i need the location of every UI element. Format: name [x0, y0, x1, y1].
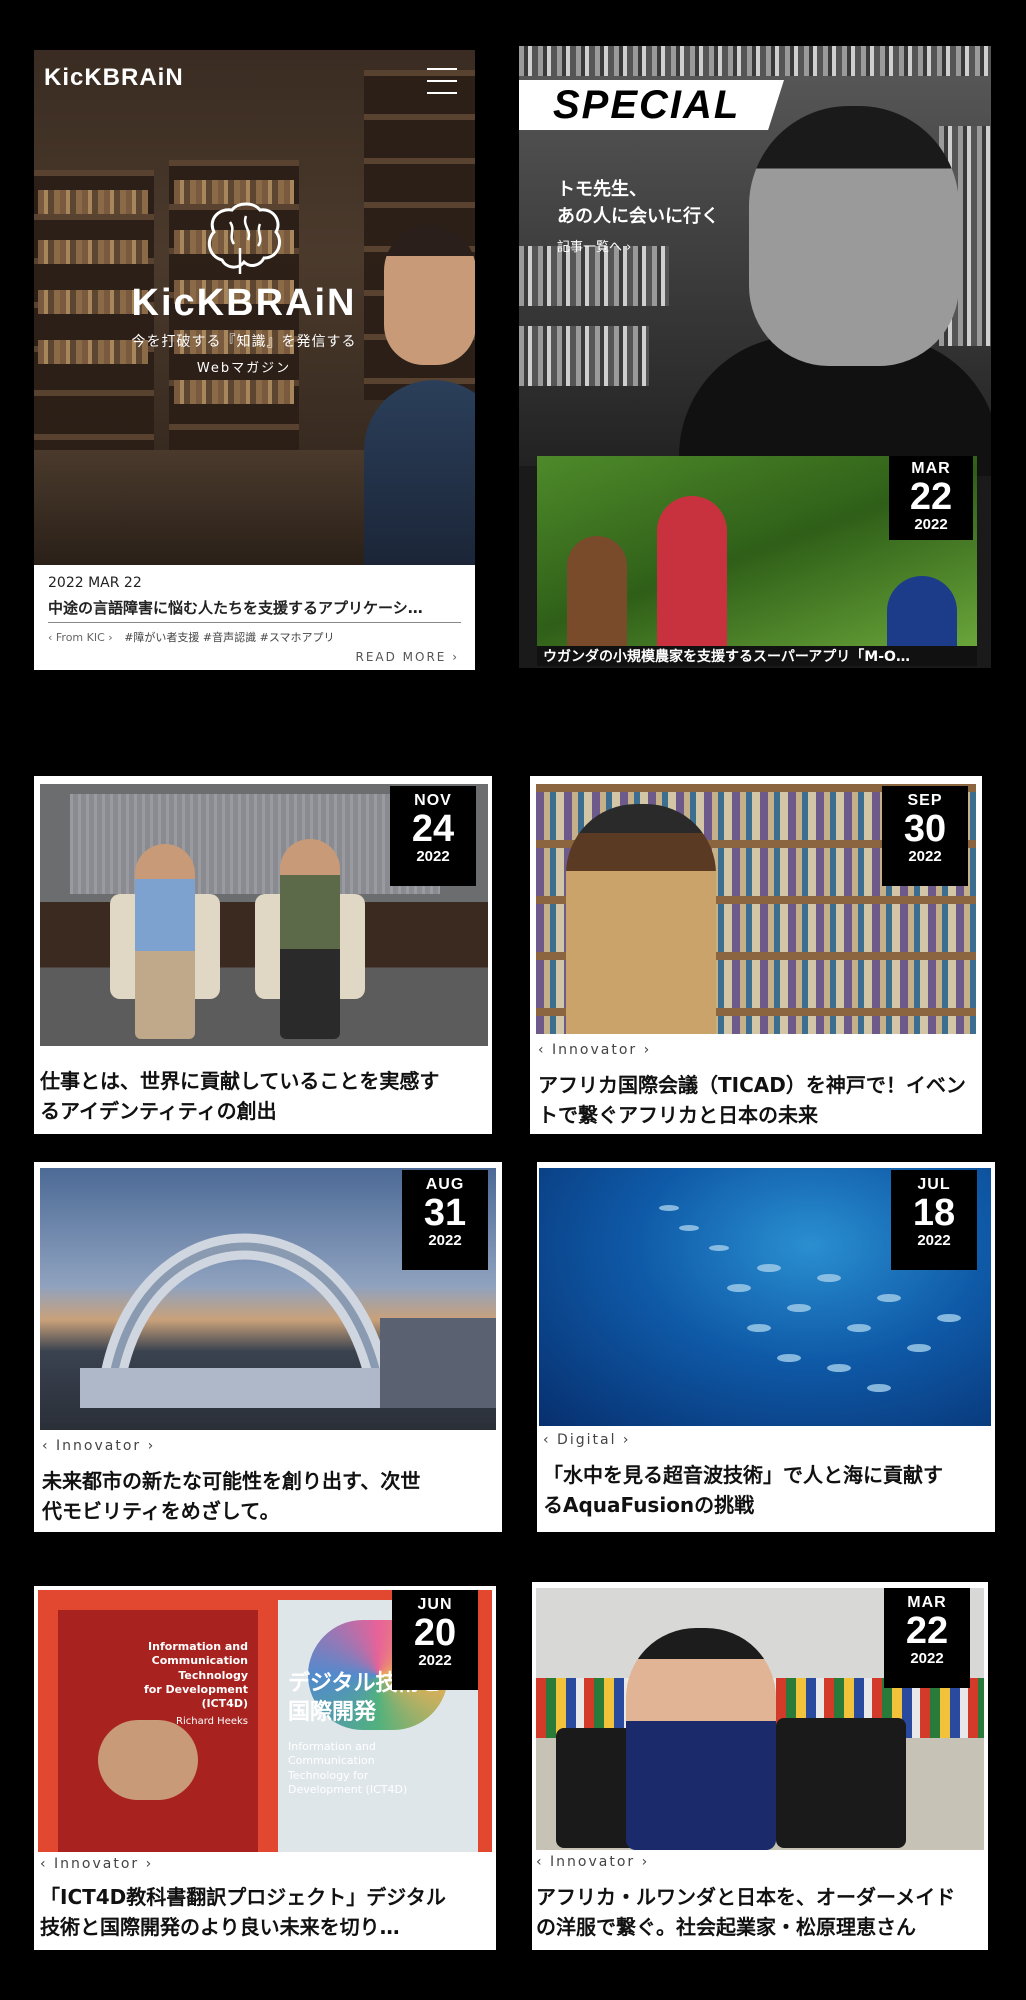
books — [519, 46, 991, 76]
hero-info: 2022 MAR 22 中途の言語障害に悩む人たちを支援するアプリケーシ… ‹ … — [34, 565, 475, 670]
person-figure — [567, 536, 627, 646]
article-card[interactable]: JUL 18 2022 ‹ Digital › 「水中を見る超音波技術」で人と海… — [537, 1162, 995, 1532]
badge-day: 30 — [903, 808, 947, 850]
badge-day: 24 — [411, 808, 455, 850]
badge-year: 2022 — [917, 1232, 951, 1249]
book-left-line-3: for Development (ICT4D) — [143, 1682, 248, 1711]
person-figure — [566, 804, 716, 1034]
book-left-line-2: Communication Technology — [151, 1654, 248, 1682]
book-right-en-4: Development (ICT4D) — [288, 1782, 408, 1796]
badge-year: 2022 — [914, 516, 948, 533]
special-line-1: トモ先生、 — [557, 179, 647, 200]
hero-tagline: 今を打破する『知識』を発信する — [131, 334, 357, 350]
man-head — [384, 225, 475, 365]
badge-day: 18 — [912, 1192, 956, 1234]
brain-icon — [207, 202, 281, 274]
article-category[interactable]: ‹ Innovator › — [538, 1042, 651, 1058]
book-left-line-1: Information and — [148, 1640, 248, 1653]
badge-day: 22 — [905, 1610, 949, 1652]
date-badge: SEP 30 2022 — [882, 786, 968, 886]
date-badge: JUN 20 2022 — [392, 1590, 478, 1690]
man-figure — [364, 380, 475, 565]
hero-subtitle: Webマガジン — [196, 361, 292, 376]
special-copy: トモ先生、 あの人に会いに行く 記事一覧へ › — [557, 176, 719, 255]
hero-photo: KicKBRAiN KicKBRAiN 今を打破する『知識』を発信する Webマ… — [34, 50, 475, 565]
book-cover-left: Information and Communication Technology… — [58, 1610, 258, 1852]
article-title[interactable]: 「水中を見る超音波技術」で人と海に貢献す るAquaFusionの挑戦 — [543, 1460, 993, 1520]
article-title[interactable]: 「ICT4D教科書翻訳プロジェクト」デジタル 技術と国際開発のより良い未来を切り… — [40, 1882, 492, 1942]
badge-day: 31 — [423, 1192, 467, 1234]
badge-day: 20 — [413, 1612, 457, 1654]
article-category[interactable]: ‹ Innovator › — [536, 1854, 649, 1870]
date-badge: AUG 31 2022 — [402, 1170, 488, 1270]
article-card[interactable]: AUG 31 2022 ‹ Innovator › 未来都市の新たな可能性を創り… — [34, 1162, 502, 1532]
site-logo[interactable]: KicKBRAiN — [44, 64, 184, 92]
article-card[interactable]: SEP 30 2022 ‹ Innovator › アフリカ国際会議（TICAD… — [530, 776, 982, 1134]
books — [519, 326, 649, 386]
badge-year: 2022 — [418, 1652, 452, 1669]
person-figure — [626, 1628, 776, 1850]
books — [174, 380, 294, 404]
date-badge: MAR 22 2022 — [884, 1588, 970, 1688]
hand — [98, 1720, 198, 1800]
article-title[interactable]: アフリカ・ルワンダと日本を、オーダーメイド の洋服で繋ぐ。社会起業家・松原理恵さん — [536, 1882, 986, 1942]
article-title[interactable]: 仕事とは、世界に貢献していることを実感す るアイデンティティの創出 — [40, 1066, 490, 1126]
special-article-card[interactable]: MAR 22 2022 ウガンダの小規模農家を支援するスーパーアプリ「M-O… — [537, 456, 977, 666]
article-card[interactable]: Information and Communication Technology… — [34, 1586, 496, 1950]
hero-tags[interactable]: #障がい者支援 #音声認識 #スマホアプリ — [124, 631, 334, 644]
article-category[interactable]: ‹ Innovator › — [40, 1856, 153, 1872]
hero-title[interactable]: 中途の言語障害に悩む人たちを支援するアプリケーシ… — [48, 597, 461, 623]
hero-meta: ‹ From KIC › #障がい者支援 #音声認識 #スマホアプリ — [48, 629, 461, 645]
read-more-link[interactable]: READ MORE › — [355, 650, 459, 664]
article-card[interactable]: NOV 24 2022 仕事とは、世界に貢献していることを実感す るアイデンティテ… — [34, 776, 492, 1134]
special-article-title[interactable]: ウガンダの小規模農家を支援するスーパーアプリ「M-O… — [537, 646, 977, 666]
badge-year: 2022 — [908, 848, 942, 865]
article-title[interactable]: アフリカ国際会議（TICAD）を神戸で！イベン トで繋ぐアフリカと日本の未来 — [538, 1070, 978, 1130]
hero-brand: KicKBRAiN 今を打破する『知識』を発信する Webマガジン — [114, 200, 374, 376]
article-category[interactable]: ‹ Innovator › — [42, 1438, 155, 1454]
date-badge: NOV 24 2022 — [390, 786, 476, 886]
book-right-en-3: Technology for — [288, 1768, 369, 1782]
special-banner-label: SPECIAL — [553, 83, 741, 127]
badge-year: 2022 — [428, 1232, 462, 1249]
article-card[interactable]: MAR 22 2022 ‹ Innovator › アフリカ・ルワンダと日本を、… — [532, 1582, 988, 1950]
menu-icon[interactable] — [427, 68, 457, 94]
date-badge: JUL 18 2022 — [891, 1170, 977, 1270]
special-line-2: あの人に会いに行く — [557, 206, 719, 227]
chair — [776, 1718, 906, 1848]
book-right-en-1: Information and — [288, 1740, 376, 1753]
article-title[interactable]: 未来都市の新たな可能性を創り出す、次世 代モビリティをめざして。 — [42, 1466, 498, 1526]
date-badge: MAR 22 2022 — [889, 456, 973, 540]
hero-card[interactable]: KicKBRAiN KicKBRAiN 今を打破する『知識』を発信する Webマ… — [34, 50, 475, 670]
man-figure — [749, 106, 959, 366]
special-feature[interactable]: SPECIAL トモ先生、 あの人に会いに行く 記事一覧へ › MAR 22 2… — [519, 46, 991, 668]
person-figure — [887, 576, 957, 646]
book-right-title-2: 国際開発 — [288, 1699, 377, 1725]
person-figure — [657, 496, 727, 646]
article-category[interactable]: ‹ Digital › — [543, 1432, 631, 1448]
hero-date: 2022 MAR 22 — [48, 575, 142, 591]
special-list-link[interactable]: 記事一覧へ › — [557, 236, 719, 255]
hero-brand-name: KicKBRAiN — [131, 282, 357, 324]
person-figure — [135, 844, 195, 1039]
badge-day: 22 — [909, 476, 953, 518]
person-figure — [280, 839, 340, 1039]
book-right-en-2: Communication — [288, 1754, 375, 1768]
blinds — [70, 794, 440, 894]
badge-year: 2022 — [416, 848, 450, 865]
books — [519, 246, 669, 306]
hero-category[interactable]: ‹ From KIC › — [48, 631, 113, 644]
badge-year: 2022 — [910, 1650, 944, 1667]
